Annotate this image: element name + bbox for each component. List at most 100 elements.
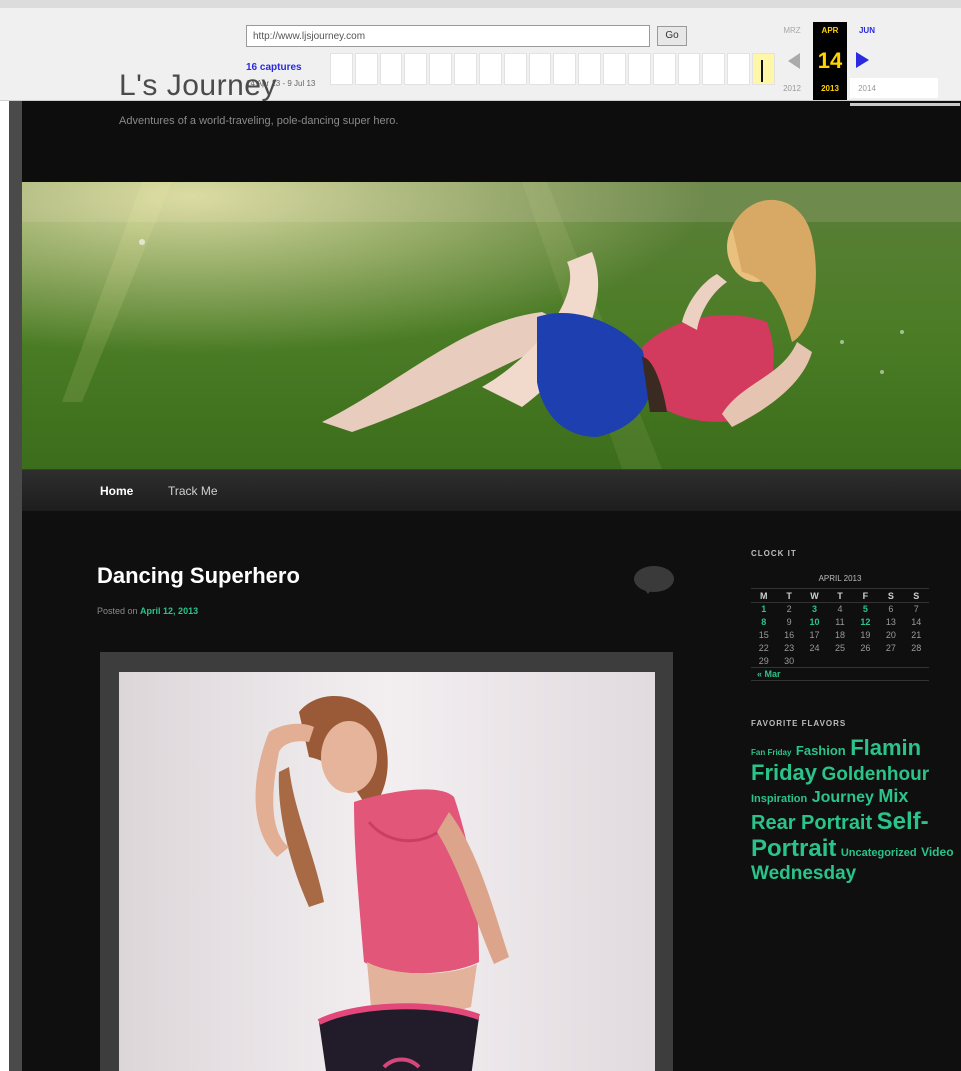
- tag-link[interactable]: Fashion: [796, 743, 846, 758]
- calendar-empty-cell: [878, 655, 903, 668]
- wayback-go-button[interactable]: Go: [657, 26, 687, 46]
- nav-item-home[interactable]: Home: [100, 484, 133, 498]
- calendar-day: 14: [911, 617, 922, 627]
- calendar-day[interactable]: 1: [751, 603, 776, 616]
- calendar-empty-cell: [904, 655, 929, 668]
- calendar-week-row: 29 30: [751, 655, 929, 668]
- post-image[interactable]: [119, 672, 655, 1071]
- calendar-day: 19: [860, 630, 871, 640]
- post-title[interactable]: Dancing Superhero: [97, 563, 300, 589]
- calendar-day: 26: [860, 643, 871, 653]
- calendar-day: 17: [809, 630, 820, 640]
- tag-link[interactable]: Video: [921, 845, 953, 859]
- main-navigation: Home Track Me: [22, 469, 961, 511]
- post-meta-prefix: Posted on: [97, 606, 138, 616]
- post-photo-illustration: [119, 672, 655, 1071]
- calendar-empty-cell: [853, 655, 878, 668]
- sparkline-cell[interactable]: [578, 53, 602, 85]
- calendar-prev-month-link[interactable]: « Mar: [751, 667, 929, 681]
- next-year-link[interactable]: 2014: [850, 84, 884, 93]
- site-header: L's Journey Adventures of a world-travel…: [22, 69, 961, 182]
- calendar-widget-title: CLOCK IT: [751, 549, 797, 558]
- calendar-day: 18: [834, 630, 845, 640]
- sparkline-cell[interactable]: [627, 53, 651, 85]
- prev-capture-arrow-icon[interactable]: [788, 53, 800, 69]
- tag-link[interactable]: Journey: [812, 789, 874, 806]
- tag-cloud-title: FAVORITE FLAVORS: [751, 719, 847, 728]
- calendar-day: 13: [885, 617, 896, 627]
- tag-cloud: Fan Friday Fashion Flamin Friday Goldenh…: [751, 735, 956, 885]
- calendar-day: 28: [911, 643, 922, 653]
- calendar-day: 30: [784, 655, 795, 666]
- calendar-day: 9: [786, 617, 792, 627]
- calendar-day[interactable]: 12: [853, 616, 878, 629]
- search-input[interactable]: [850, 103, 960, 106]
- tag-link[interactable]: Mix: [878, 786, 908, 806]
- calendar-day: 4: [837, 604, 843, 615]
- sparkline-cell[interactable]: [503, 53, 527, 85]
- calendar-weekday: T: [827, 588, 853, 603]
- sparkline-cell[interactable]: [404, 53, 428, 85]
- post-date-link[interactable]: April 12, 2013: [140, 606, 198, 616]
- nav-item-track-me[interactable]: Track Me: [168, 484, 218, 498]
- calendar-day[interactable]: 10: [802, 616, 827, 629]
- capture-sparkline[interactable]: [330, 53, 775, 85]
- calendar-day: 25: [834, 643, 845, 653]
- wayback-url-input[interactable]: [246, 25, 650, 47]
- calendar-empty-cell: [827, 655, 852, 668]
- prev-year-link[interactable]: 2012: [775, 84, 809, 93]
- sparkline-cell[interactable]: [652, 53, 676, 85]
- banner-illustration: [22, 182, 961, 469]
- calendar-day: 24: [809, 643, 820, 653]
- sparkline-cell[interactable]: [429, 53, 453, 85]
- calendar-week-row: 22 23 24 25 26 27 28: [751, 642, 929, 655]
- site-description: Adventures of a world-traveling, pole-da…: [119, 115, 399, 127]
- sparkline-cell[interactable]: [528, 53, 552, 85]
- sparkline-cell[interactable]: [330, 53, 353, 85]
- site-title[interactable]: L's Journey: [119, 69, 277, 103]
- calendar-weekday: F: [852, 588, 879, 603]
- calendar-day[interactable]: 3: [802, 603, 827, 616]
- calendar-day: 15: [758, 630, 769, 640]
- left-border: [9, 101, 22, 1071]
- sparkline-cell[interactable]: [454, 53, 477, 85]
- calendar-day[interactable]: 8: [751, 616, 776, 629]
- tag-link[interactable]: Goldenhour: [821, 764, 929, 785]
- calendar-week-row: 123456 7: [751, 603, 929, 616]
- calendar-weekday: S: [903, 588, 929, 603]
- calendar-day: 6: [888, 604, 894, 615]
- calendar-weekday-row: MTWTFSS: [751, 588, 929, 603]
- current-day-label: 14: [817, 48, 843, 73]
- sparkline-cell[interactable]: [677, 53, 701, 85]
- comment-bubble-icon[interactable]: [634, 566, 674, 594]
- tag-link[interactable]: Rear Portrait: [751, 812, 872, 834]
- calendar-day: 29: [758, 655, 769, 666]
- calendar-table: MTWTFSS 1 2 3 4 5 6 7 8 9 10 11 12 13 14 15 16 17 18 19 20 2…: [751, 588, 929, 681]
- next-month-link[interactable]: JUN: [850, 26, 884, 35]
- current-month-label: APR: [821, 26, 839, 35]
- toolbar-top-border: [0, 0, 961, 8]
- tag-link[interactable]: Uncategorized: [841, 847, 917, 859]
- sparkline-cell[interactable]: [603, 53, 626, 85]
- sparkline-cell[interactable]: [379, 53, 403, 85]
- sidebar: CLOCK IT APRIL 2013 MTWTFSS 1 2 3 4 5 6 7 8 9 10 1…: [751, 549, 956, 885]
- calendar-day: 16: [784, 630, 795, 640]
- tag-link[interactable]: Fan Friday: [751, 748, 791, 757]
- sparkline-cell[interactable]: [354, 53, 378, 85]
- sparkline-current-capture[interactable]: [752, 53, 775, 85]
- current-year-label: 2013: [821, 84, 839, 93]
- sparkline-cell[interactable]: [478, 53, 502, 85]
- calendar-day: 23: [784, 643, 795, 653]
- calendar-day: 22: [758, 643, 769, 653]
- tag-link[interactable]: Wednesday: [751, 863, 856, 884]
- sparkline-cell[interactable]: [702, 53, 726, 85]
- tag-link[interactable]: Inspiration: [751, 793, 807, 805]
- prev-month-link[interactable]: MRZ: [775, 26, 809, 35]
- calendar-weekday: S: [878, 588, 904, 603]
- calendar-day[interactable]: 5: [853, 603, 878, 616]
- calendar-caption: APRIL 2013: [818, 574, 862, 583]
- next-capture-arrow-icon[interactable]: [856, 52, 869, 68]
- calendar-week-row: 8 9 10 11 12 13 14: [751, 616, 929, 629]
- sparkline-cell[interactable]: [553, 53, 577, 85]
- sparkline-cell[interactable]: [727, 53, 751, 85]
